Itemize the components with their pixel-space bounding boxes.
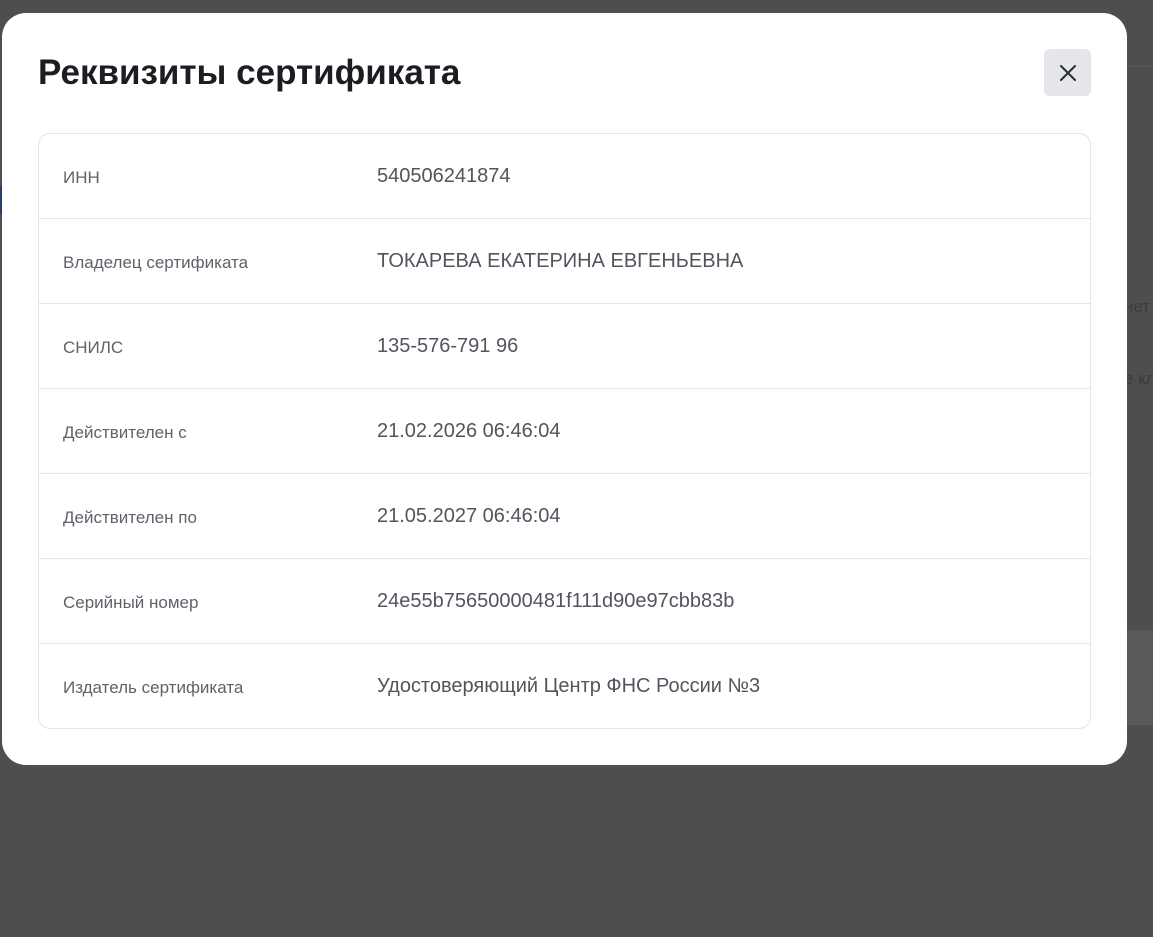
detail-row-snils: СНИЛС 135-576-791 96 [39, 304, 1090, 389]
background-text-fragment: нет [1124, 297, 1151, 316]
detail-label: ИНН [63, 168, 100, 187]
detail-value: Удостоверяющий Центр ФНС России №3 [377, 674, 761, 697]
detail-row-owner: Владелец сертификата ТОКАРЕВА ЕКАТЕРИНА … [39, 219, 1090, 304]
detail-label: Действителен с [63, 423, 187, 442]
close-icon [1059, 64, 1076, 81]
detail-row-issuer: Издатель сертификата Удостоверяющий Цент… [39, 644, 1090, 728]
detail-label: Серийный номер [63, 593, 199, 612]
detail-value: 24e55b75650000481f111d90e97cbb83b [377, 589, 735, 612]
certificate-details-modal: Реквизиты сертификата ИНН 540506241874 В… [2, 13, 1127, 765]
detail-label: Владелец сертификата [63, 253, 249, 272]
detail-row-serial-number: Серийный номер 24e55b75650000481f111d90e… [39, 559, 1090, 644]
background-divider [1127, 66, 1153, 67]
background-text-fragment: е кл [1124, 369, 1153, 388]
detail-row-inn: ИНН 540506241874 [39, 134, 1090, 219]
detail-value: 21.05.2027 06:46:04 [377, 504, 561, 527]
detail-row-valid-to: Действителен по 21.05.2027 06:46:04 [39, 474, 1090, 559]
detail-value: ТОКАРЕВА ЕКАТЕРИНА ЕВГЕНЬЕВНА [377, 249, 744, 272]
detail-label: Действителен по [63, 508, 197, 527]
detail-label: СНИЛС [63, 338, 124, 357]
detail-row-valid-from: Действителен с 21.02.2026 06:46:04 [39, 389, 1090, 474]
certificate-details-table: ИНН 540506241874 Владелец сертификата ТО… [38, 133, 1091, 729]
detail-label: Издатель сертификата [63, 678, 244, 697]
detail-value: 21.02.2026 06:46:04 [377, 419, 561, 442]
page: нет е кл Реквизиты сертификата ИНН 54050… [0, 0, 1153, 937]
modal-title: Реквизиты сертификата [38, 53, 461, 92]
detail-value: 540506241874 [377, 164, 511, 187]
detail-value: 135-576-791 96 [377, 334, 519, 357]
close-button[interactable] [1044, 49, 1091, 96]
background-panel [1127, 630, 1153, 725]
